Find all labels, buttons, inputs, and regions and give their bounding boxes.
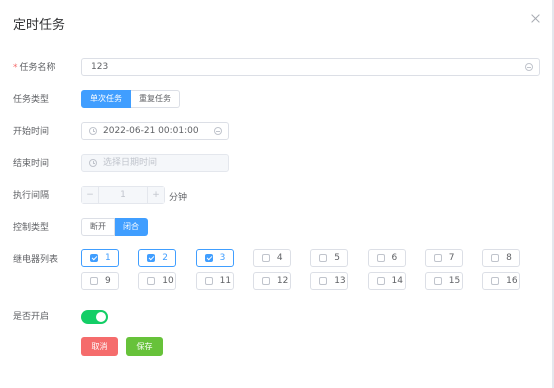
relay-number: 10 <box>162 276 174 286</box>
clear-icon[interactable] <box>214 127 222 135</box>
enabled-switch[interactable] <box>81 310 108 324</box>
end-time-input[interactable]: 选择日期时间 <box>81 154 229 172</box>
checkbox-icon <box>204 277 213 285</box>
relay-number: 15 <box>448 276 461 286</box>
start-time-value: 2022-06-21 00:01:00 <box>103 126 199 136</box>
checkbox-icon <box>376 277 385 285</box>
control-type-label: 控制类型 <box>13 223 50 233</box>
clock-icon <box>89 159 97 167</box>
required-mark: * <box>13 63 18 73</box>
relay-checkbox[interactable]: 7 <box>424 249 463 267</box>
relay-number: 14 <box>391 276 403 286</box>
checkbox-icon <box>319 254 328 262</box>
task-type-label: 任务类型 <box>13 95 50 105</box>
relay-number: 2 <box>162 253 169 263</box>
save-button[interactable]: 保存 <box>126 337 163 356</box>
end-time-placeholder: 选择日期时间 <box>103 158 158 168</box>
task-name-label: * 任务名称 <box>13 63 56 73</box>
checkbox-icon <box>433 277 442 285</box>
start-time-input[interactable]: 2022-06-21 00:01:00 <box>81 122 229 140</box>
checkbox-icon <box>433 254 442 262</box>
relay-number: 13 <box>334 276 346 286</box>
cancel-button[interactable]: 取消 <box>81 337 118 356</box>
task-type-repeat[interactable]: 重复任务 <box>131 90 180 108</box>
relay-checkbox[interactable]: 4 <box>252 249 291 267</box>
clear-icon[interactable] <box>525 63 533 71</box>
checked-box-icon <box>147 254 156 262</box>
relay-checkbox[interactable]: 15 <box>424 272 463 290</box>
checkbox-icon <box>491 277 500 285</box>
control-type-close[interactable]: 闭合 <box>115 218 148 236</box>
interval-value: 1 <box>120 190 126 200</box>
interval-unit: 分钟 <box>169 193 188 203</box>
relay-checkbox[interactable]: 12 <box>252 272 291 290</box>
control-type-group: 断开 闭合 <box>81 218 148 236</box>
checkbox-icon <box>90 277 98 285</box>
control-type-open[interactable]: 断开 <box>81 218 115 236</box>
relay-checkbox[interactable]: 10 <box>138 272 177 290</box>
relay-number: 9 <box>105 276 111 286</box>
checkbox-icon <box>261 277 270 285</box>
relay-number: 3 <box>219 253 226 263</box>
close-icon[interactable] <box>530 13 542 25</box>
checked-box-icon <box>204 254 213 262</box>
relay-checkbox[interactable]: 14 <box>367 272 406 290</box>
relay-number: 16 <box>506 276 518 286</box>
checkbox-icon <box>319 277 328 285</box>
relay-number: 6 <box>391 253 398 263</box>
interval-label: 执行间隔 <box>13 191 50 201</box>
relay-list-label: 继电器列表 <box>13 255 59 265</box>
relay-checkbox[interactable]: 11 <box>195 272 234 290</box>
checkbox-icon <box>147 277 156 285</box>
relay-checkbox[interactable]: 2 <box>138 249 177 267</box>
relay-checkbox[interactable]: 5 <box>310 249 349 267</box>
relay-number: 1 <box>105 253 111 263</box>
clock-icon <box>89 127 97 135</box>
relay-checkbox[interactable]: 9 <box>81 272 119 290</box>
relay-checkbox[interactable]: 6 <box>367 249 406 267</box>
checkbox-icon <box>261 254 270 262</box>
start-time-label: 开始时间 <box>13 127 50 137</box>
task-name-value: 123 <box>91 62 109 72</box>
relay-checkbox[interactable]: 1 <box>81 249 119 267</box>
relay-checkbox[interactable]: 16 <box>482 272 521 290</box>
decrement-button[interactable]: − <box>82 187 99 203</box>
relay-checkbox[interactable]: 8 <box>482 249 521 267</box>
enabled-label: 是否开启 <box>13 312 50 322</box>
checkbox-icon <box>376 254 385 262</box>
task-type-group: 单次任务 重复任务 <box>81 90 180 108</box>
interval-stepper[interactable]: − 1 + <box>81 186 165 204</box>
relay-checkbox[interactable]: 13 <box>310 272 349 290</box>
task-name-input[interactable]: 123 <box>81 58 540 76</box>
relay-number: 12 <box>276 276 289 286</box>
checkbox-icon <box>491 254 500 262</box>
relay-number: 11 <box>219 276 232 286</box>
end-time-label: 结束时间 <box>13 159 50 169</box>
relay-number: 8 <box>506 253 512 263</box>
relay-number: 4 <box>276 253 283 263</box>
checked-box-icon <box>90 254 98 262</box>
task-type-single[interactable]: 单次任务 <box>81 90 131 108</box>
dialog-title: 定时任务 <box>13 18 66 33</box>
relay-number: 5 <box>334 253 340 263</box>
increment-button[interactable]: + <box>147 187 164 203</box>
task-dialog: 定时任务 * 任务名称 123 任务类型 单次任务 重复任务 开始时间 2022-… <box>0 0 554 388</box>
relay-number: 7 <box>448 253 455 263</box>
relay-checkbox[interactable]: 3 <box>195 249 234 267</box>
